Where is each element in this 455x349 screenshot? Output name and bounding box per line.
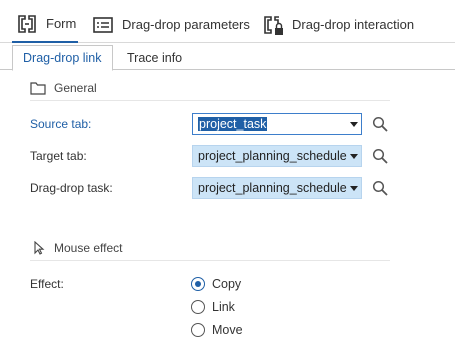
target-tab-select[interactable]: project_planning_schedule (192, 145, 362, 167)
drag-drop-task-select[interactable]: project_planning_schedule (192, 177, 362, 199)
chevron-down-icon (347, 145, 361, 167)
mouse-effect-divider (30, 260, 390, 261)
mouse-effect-section-title: Mouse effect (54, 241, 123, 255)
tab-trace-info[interactable]: Trace info (117, 45, 192, 71)
effect-label: Effect: (30, 277, 64, 291)
chevron-down-icon (347, 177, 361, 199)
target-tab-label: Target tab: (30, 149, 87, 163)
tab-drag-drop-parameters-label: Drag-drop parameters (122, 17, 250, 32)
drag-drop-task-label: Drag-drop task: (30, 181, 113, 195)
radio-link[interactable] (191, 300, 205, 314)
drag-drop-task-search-icon[interactable] (371, 179, 389, 197)
source-tab-value: project_task (198, 117, 268, 131)
source-tab-search-icon[interactable] (371, 115, 389, 133)
tab-form[interactable]: Form (12, 6, 78, 43)
drag-drop-task-value: project_planning_schedule (198, 181, 347, 195)
target-tab-search-icon[interactable] (371, 147, 389, 165)
radio-copy[interactable] (191, 277, 205, 291)
chevron-down-icon (347, 113, 361, 135)
effect-option-copy[interactable]: Copy (191, 274, 241, 294)
effect-option-copy-label: Copy (212, 277, 242, 291)
effect-option-link-label: Link (212, 300, 235, 314)
form-icon (16, 13, 38, 35)
effect-option-move-label: Move (212, 323, 243, 337)
tab-drag-drop-link[interactable]: Drag-drop link (12, 45, 113, 71)
sub-tab-bar: Drag-drop link Trace info (0, 43, 455, 71)
general-divider (30, 100, 390, 101)
radio-move[interactable] (191, 323, 205, 337)
tab-drag-drop-interaction[interactable]: Drag-drop interaction (262, 6, 414, 43)
general-section-header: General (30, 78, 97, 98)
mouse-pointer-icon (30, 241, 46, 255)
tab-drag-drop-interaction-label: Drag-drop interaction (292, 17, 415, 32)
effect-option-move[interactable]: Move (191, 320, 243, 340)
parameters-list-icon (92, 14, 114, 36)
folder-icon (30, 81, 46, 95)
tab-drag-drop-parameters[interactable]: Drag-drop parameters (92, 6, 250, 43)
source-tab-select[interactable]: project_task (192, 113, 362, 135)
source-tab-label: Source tab: (30, 117, 92, 131)
mouse-effect-section-header: Mouse effect (30, 238, 122, 258)
general-section-title: General (54, 81, 97, 95)
tab-form-label: Form (46, 16, 77, 31)
target-tab-value: project_planning_schedule (198, 149, 347, 163)
top-tab-bar: Form Drag-drop parameters Drag-drop inte… (0, 0, 455, 43)
locked-interaction-icon (262, 14, 284, 36)
effect-option-link[interactable]: Link (191, 297, 235, 317)
